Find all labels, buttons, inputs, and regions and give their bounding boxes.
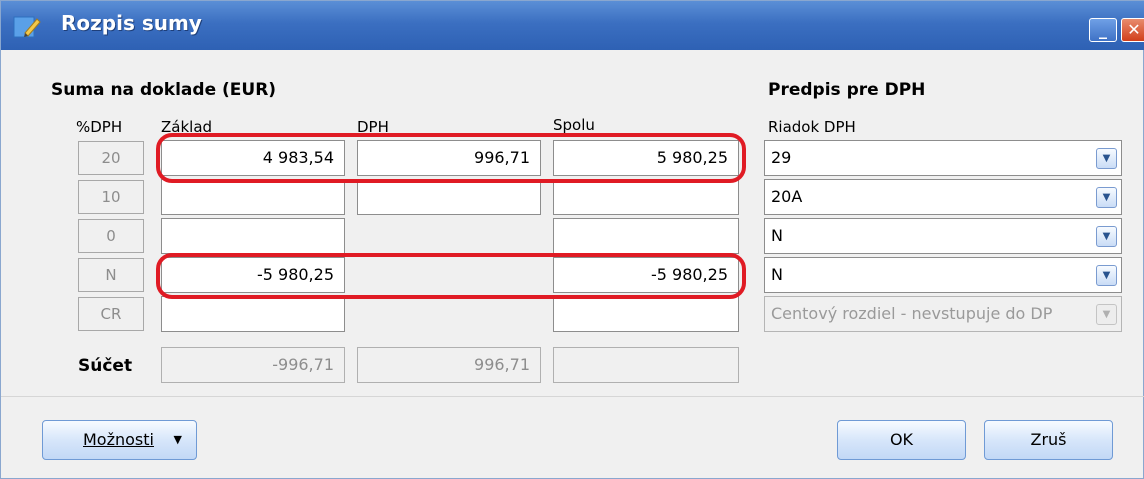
vat-row-select-5: Centový rozdiel - nevstupuje do DP ▼ [764, 296, 1122, 332]
vat-section-title: Predpis pre DPH [768, 80, 926, 100]
total-field-0[interactable] [553, 218, 739, 254]
rate-10-button[interactable]: 10 [78, 180, 144, 214]
minimize-button[interactable]: _ [1089, 18, 1117, 42]
vat-row-select-1[interactable]: 29 ▼ [764, 140, 1122, 176]
total-field-10[interactable] [553, 179, 739, 215]
chevron-down-icon[interactable]: ▼ [1096, 187, 1117, 208]
close-button[interactable]: ✕ [1121, 18, 1144, 42]
sum-total-field [553, 347, 739, 383]
caret-down-icon: ▼ [173, 433, 182, 446]
vat-row-select-2-value: 20A [771, 187, 803, 206]
total-field-cr[interactable] [553, 296, 739, 332]
ok-button[interactable]: OK [837, 420, 966, 460]
minimize-icon: _ [1099, 20, 1107, 39]
base-field-cr[interactable] [161, 296, 345, 332]
vat-row-select-3[interactable]: N ▼ [764, 218, 1122, 254]
dialog-window: Rozpis sumy _ ✕ Suma na doklade (EUR) %D… [0, 0, 1144, 479]
rate-cr-button[interactable]: CR [78, 297, 144, 331]
vat-row-select-4[interactable]: N ▼ [764, 257, 1122, 293]
window-title: Rozpis sumy [61, 11, 202, 35]
rate-0-button[interactable]: 0 [78, 219, 144, 253]
chevron-down-icon[interactable]: ▼ [1096, 148, 1117, 169]
base-field-10[interactable] [161, 179, 345, 215]
chevron-down-icon[interactable]: ▼ [1096, 226, 1117, 247]
sum-base-field: -996,71 [161, 347, 345, 383]
footer-divider [1, 396, 1144, 397]
close-icon: ✕ [1127, 20, 1141, 39]
highlight-row-n [156, 253, 746, 299]
cancel-button[interactable]: Zruš [984, 420, 1113, 460]
col-rate-label: %DPH [76, 118, 123, 136]
chevron-down-icon[interactable]: ▼ [1096, 265, 1117, 286]
edit-icon [13, 16, 41, 38]
sum-vat-field: 996,71 [357, 347, 541, 383]
chevron-down-icon: ▼ [1096, 304, 1117, 325]
vat-row-select-2[interactable]: 20A ▼ [764, 179, 1122, 215]
options-button[interactable]: Možnosti ▼ [42, 420, 197, 460]
options-button-label: Možnosti [83, 430, 154, 449]
sum-label: Súčet [78, 356, 133, 376]
vat-row-column-label: Riadok DPH [768, 118, 856, 136]
vat-row-select-3-value: N [771, 226, 783, 245]
base-field-0[interactable] [161, 218, 345, 254]
sum-section-title: Suma na doklade (EUR) [51, 80, 277, 100]
vat-row-select-5-value: Centový rozdiel - nevstupuje do DP [771, 304, 1053, 323]
vat-row-select-4-value: N [771, 265, 783, 284]
rate-n-button[interactable]: N [78, 258, 144, 292]
highlight-row-20 [156, 133, 746, 183]
vat-row-select-1-value: 29 [771, 148, 792, 167]
vat-field-10[interactable] [357, 179, 541, 215]
rate-20-button[interactable]: 20 [78, 141, 144, 175]
title-bar[interactable]: Rozpis sumy _ ✕ [1, 1, 1144, 50]
col-total-label: Spolu [553, 116, 595, 134]
